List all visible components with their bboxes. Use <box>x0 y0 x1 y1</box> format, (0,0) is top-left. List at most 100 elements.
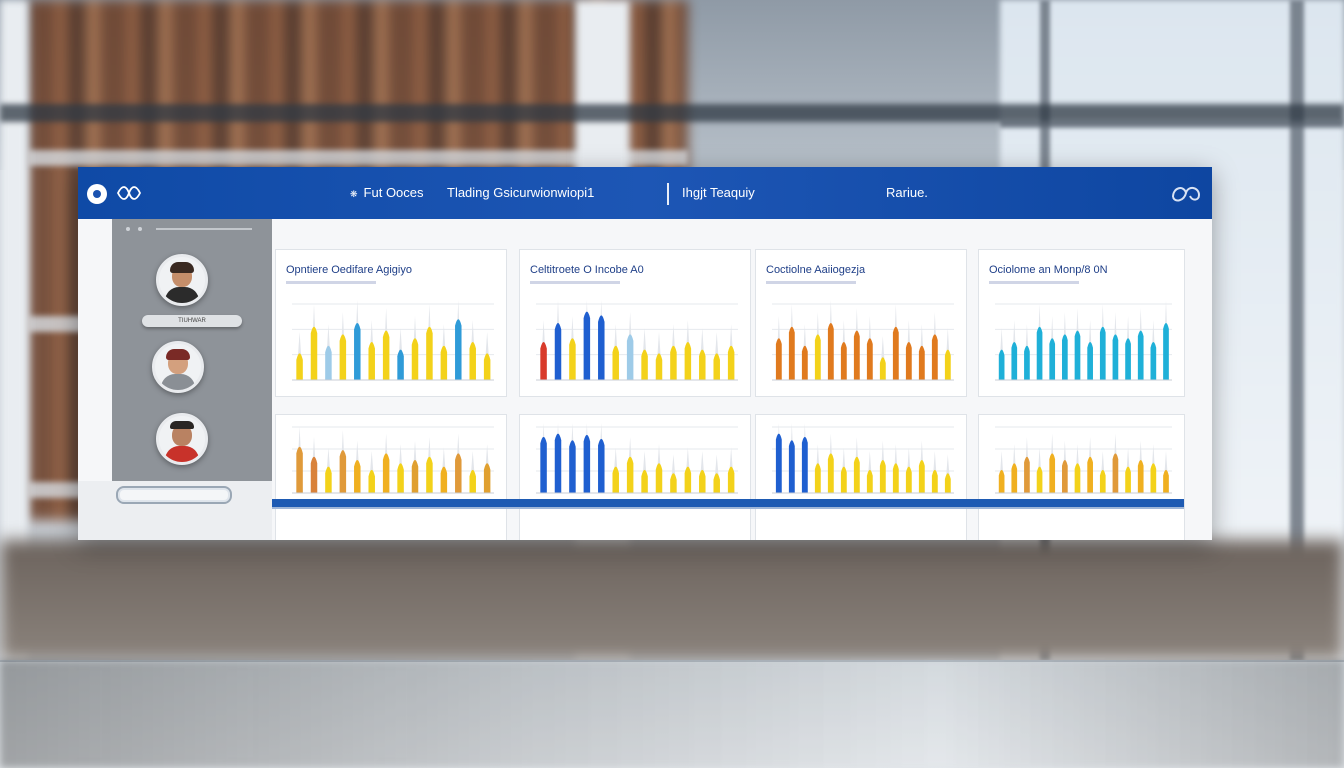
chart-bar <box>713 353 720 380</box>
chart-bar <box>670 345 677 380</box>
chart-bar <box>655 353 663 380</box>
chart-bar <box>670 473 677 493</box>
chart-bar <box>1049 338 1056 380</box>
card-title: Opntiere Oedifare Agigiyo <box>286 264 412 276</box>
chart-bar <box>892 326 899 380</box>
sidebar-dot <box>138 227 142 231</box>
chart-bar <box>325 466 332 493</box>
nav-item-1[interactable]: ❋ Fut Ooces <box>350 185 424 200</box>
chart-card[interactable] <box>755 414 967 540</box>
chart-bar <box>554 433 562 493</box>
progress-rail <box>272 499 1184 507</box>
bg-floor <box>0 540 1344 660</box>
chart-card[interactable] <box>978 414 1185 540</box>
user-name-tag[interactable]: TIUHWAR <box>142 315 242 327</box>
sidebar-rule <box>156 228 252 230</box>
chart-bar <box>1049 453 1056 493</box>
chart-bar <box>626 456 634 493</box>
bar-chart <box>292 300 494 381</box>
chart-bar <box>788 440 795 493</box>
bar-chart <box>292 426 494 494</box>
chart-bar <box>1137 330 1144 380</box>
chart-bar <box>469 469 476 493</box>
chart-bar <box>905 466 912 493</box>
nav-item-4[interactable]: Rariue. <box>886 185 928 200</box>
chart-bar <box>1112 334 1119 380</box>
bar-chart <box>772 300 954 381</box>
chart-bar <box>1150 342 1157 380</box>
bar-chart <box>995 300 1172 381</box>
chart-card[interactable]: Celtitroete O Incobe A0 <box>519 249 751 397</box>
avatar-shirt <box>165 446 199 462</box>
chart-bar <box>775 433 782 493</box>
infinity-icon[interactable] <box>116 183 142 203</box>
chart-bar <box>1125 338 1131 380</box>
chart-bar <box>1163 323 1169 380</box>
chart-bar <box>1087 456 1093 493</box>
bar-chart <box>995 426 1172 494</box>
chart-bar <box>397 463 404 493</box>
chart-bar <box>1074 330 1081 380</box>
chart-bar <box>944 473 951 493</box>
chart-bar <box>699 469 706 493</box>
chart-bar <box>684 466 692 493</box>
chart-bar <box>840 342 847 380</box>
chart-bar <box>655 463 663 493</box>
avatar[interactable] <box>152 341 204 393</box>
chart-card[interactable]: Coctiolne Aaiiogezja <box>755 249 967 397</box>
chart-bar <box>354 323 361 380</box>
chart-bar <box>1074 463 1081 493</box>
chart-bar <box>727 345 735 380</box>
chart-bar <box>684 342 692 380</box>
chart-bar <box>583 434 591 493</box>
chart-bar <box>879 357 886 380</box>
chart-bar <box>931 469 938 493</box>
chart-bar <box>1112 453 1119 493</box>
chart-bar <box>382 330 390 380</box>
chart-bar <box>699 349 706 380</box>
chart-bar <box>1125 466 1131 493</box>
chart-bar <box>866 338 873 380</box>
brand-emblem-icon[interactable] <box>1170 181 1202 205</box>
chart-bar <box>1137 460 1144 493</box>
chart-bar <box>998 469 1005 493</box>
avatar[interactable] <box>156 413 208 465</box>
nav-item-3[interactable]: Ihgjt Teaquiy <box>682 185 755 200</box>
chart-bar <box>853 456 860 493</box>
chart-bar <box>931 334 938 380</box>
avatar[interactable] <box>156 254 208 306</box>
chart-bar <box>1024 345 1030 380</box>
bg-glass-reflection <box>0 660 1344 768</box>
chart-bar <box>310 326 318 380</box>
chart-card[interactable]: Ociolome an Monp/8 0N <box>978 249 1185 397</box>
chart-card[interactable]: Opntiere Oedifare Agigiyo <box>275 249 507 397</box>
chart-bar <box>879 460 886 493</box>
chart-bar <box>866 469 873 493</box>
bar-chart <box>772 423 954 494</box>
chart-bar <box>612 345 619 380</box>
chart-bar <box>713 473 720 493</box>
sidebar-header <box>126 227 252 233</box>
chart-bar <box>1062 460 1068 493</box>
chart-bar <box>918 460 925 493</box>
chart-bar <box>1087 342 1093 380</box>
chart-card[interactable] <box>519 414 751 540</box>
chart-bar <box>1036 466 1043 493</box>
chart-bar <box>426 456 433 493</box>
nav-item-2[interactable]: Tlading Gsicurwionwiopi1 <box>447 185 594 200</box>
sidebar-scroll-slider[interactable] <box>116 486 232 504</box>
chart-bar <box>612 466 619 493</box>
chart-bar <box>339 450 347 493</box>
chart-bar <box>583 311 591 380</box>
avatar-hair <box>170 262 194 273</box>
chart-card[interactable] <box>275 414 507 540</box>
chart-bar <box>944 349 951 380</box>
chart-bar <box>1011 342 1018 380</box>
chart-bar <box>801 436 808 493</box>
chart-bar <box>296 353 303 380</box>
bg-beam <box>0 104 1344 122</box>
chart-bar <box>426 326 433 380</box>
nav-bullet-icon: ❋ <box>350 189 358 199</box>
nav-item-1-label: Fut Ooces <box>363 185 424 200</box>
logo-icon[interactable] <box>87 184 107 204</box>
